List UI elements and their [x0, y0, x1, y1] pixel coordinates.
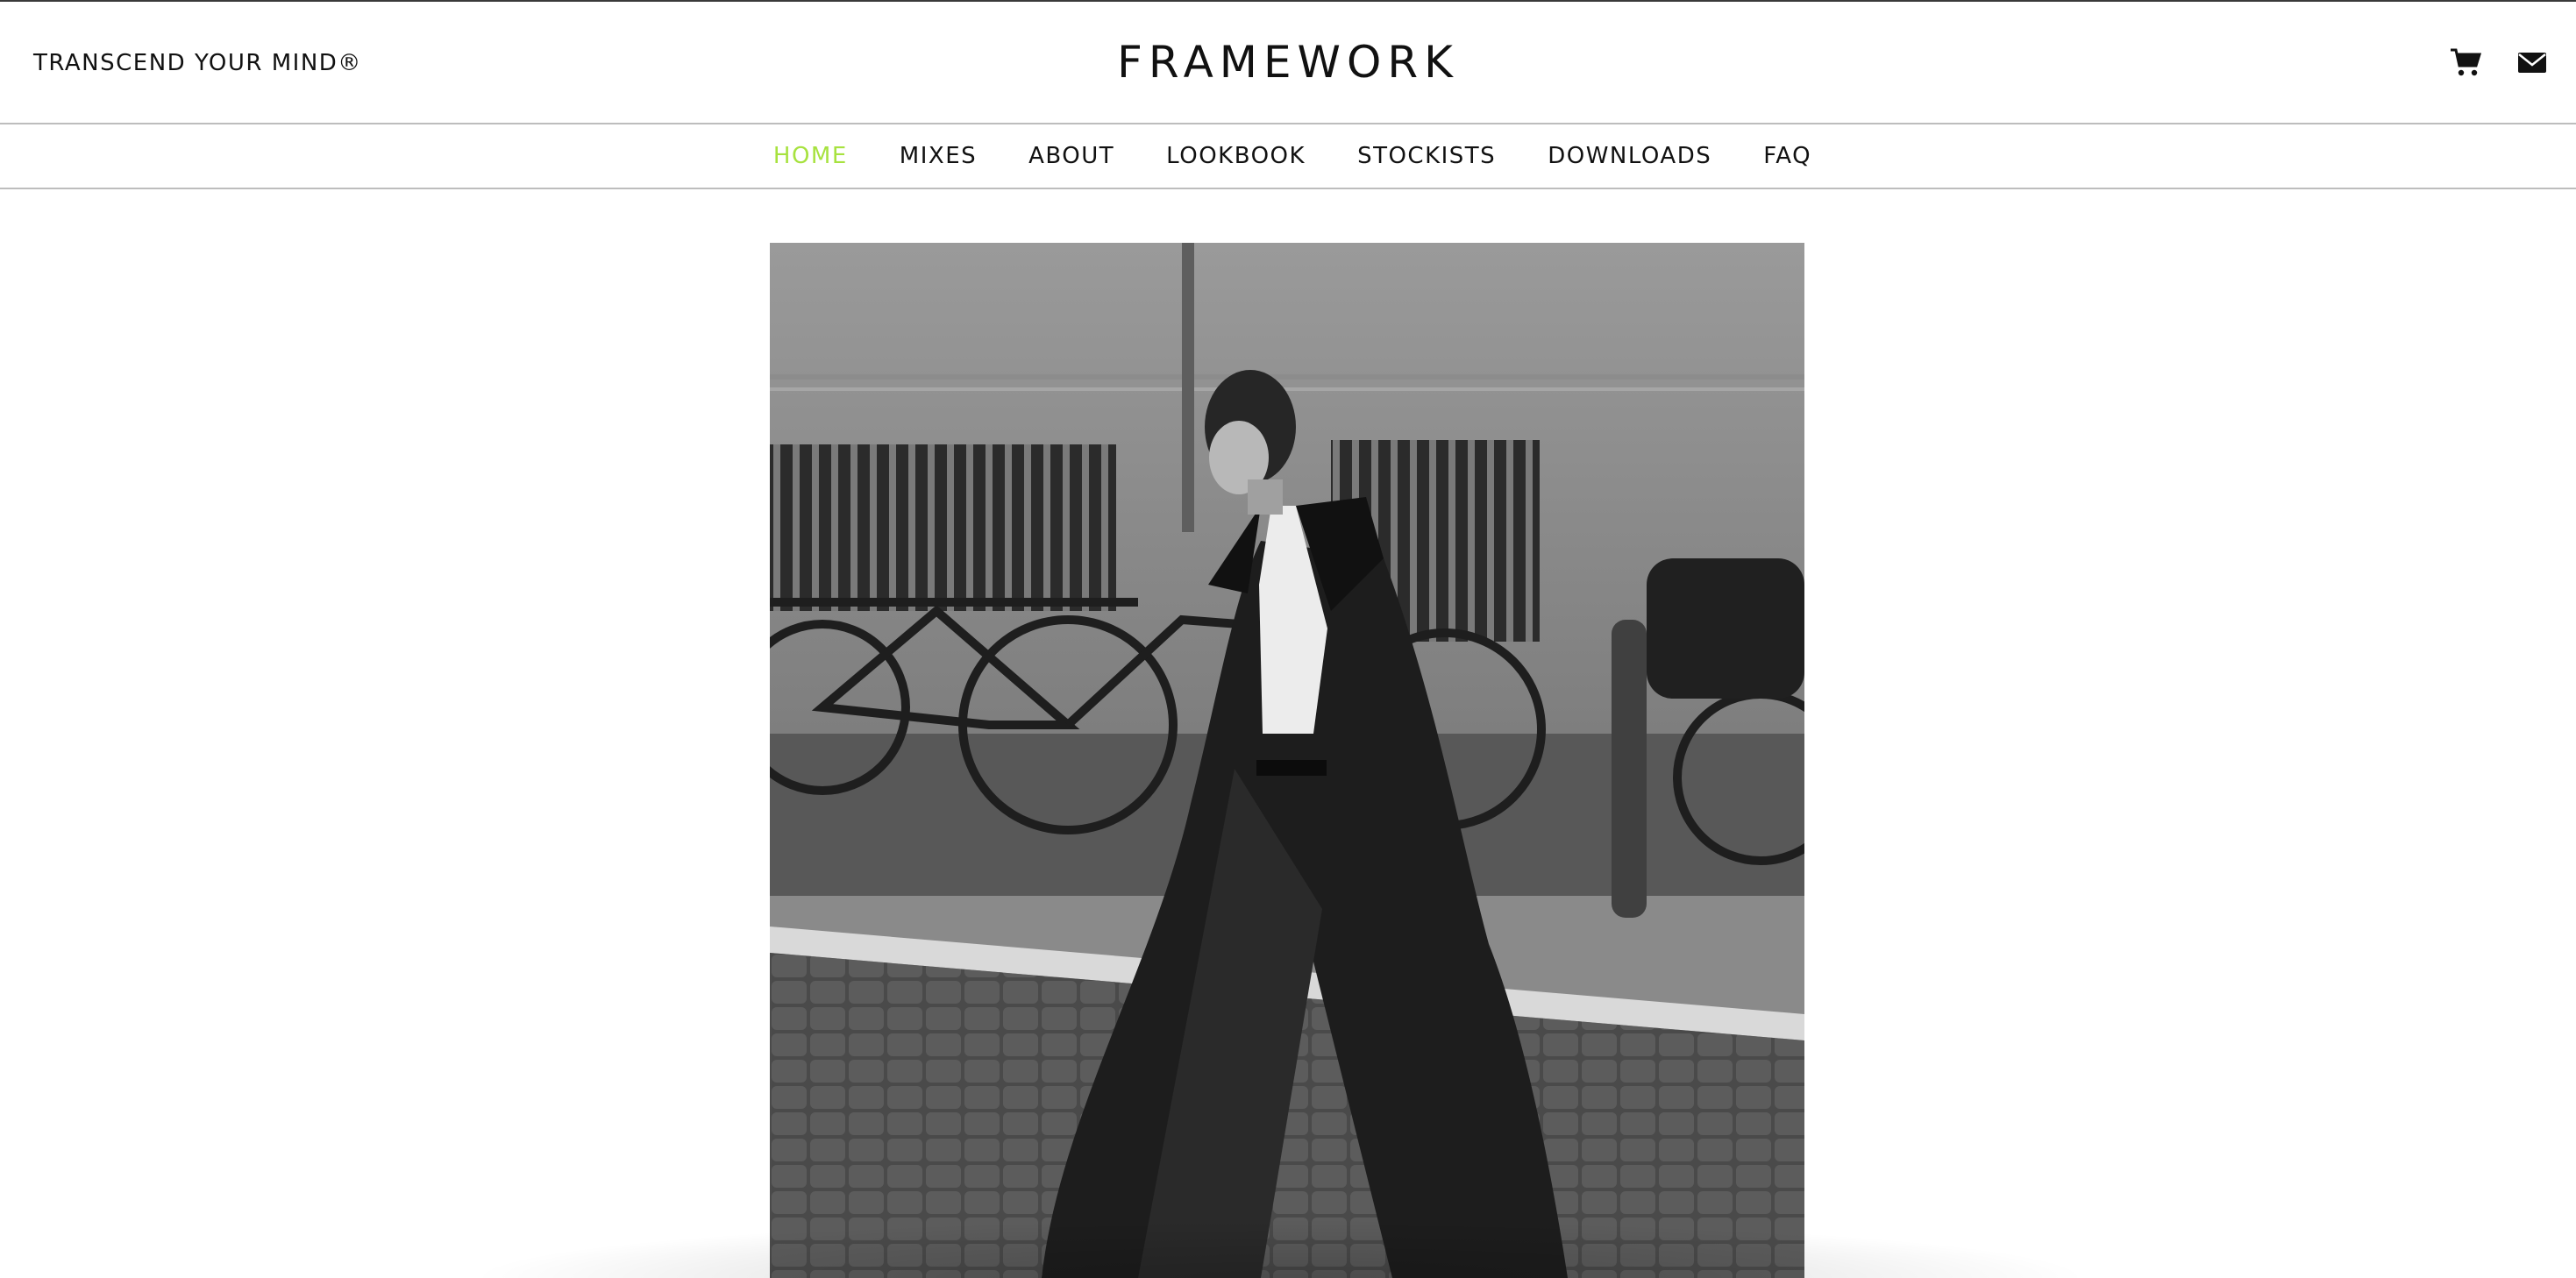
nav-item-stockists[interactable]: STOCKISTS: [1357, 143, 1496, 169]
nav-item-mixes[interactable]: MIXES: [900, 143, 977, 169]
brand-logo[interactable]: FRAMEWORK: [0, 37, 2576, 88]
nav-item-home[interactable]: HOME: [773, 143, 848, 169]
cart-icon[interactable]: [2450, 47, 2481, 77]
nav-item-downloads[interactable]: DOWNLOADS: [1548, 143, 1711, 169]
mail-icon[interactable]: [2516, 47, 2548, 77]
main-nav: HOME MIXES ABOUT LOOKBOOK STOCKISTS DOWN…: [0, 124, 2576, 189]
nav-item-faq[interactable]: FAQ: [1763, 143, 1811, 169]
nav-item-about[interactable]: ABOUT: [1028, 143, 1114, 169]
hero-image: [770, 243, 1804, 1278]
nav-item-lookbook[interactable]: LOOKBOOK: [1166, 143, 1306, 169]
header-icons: [2450, 47, 2548, 77]
nav-items: HOME MIXES ABOUT LOOKBOOK STOCKISTS DOWN…: [773, 143, 1811, 169]
site-header: TRANSCEND YOUR MIND® FRAMEWORK: [0, 2, 2576, 124]
